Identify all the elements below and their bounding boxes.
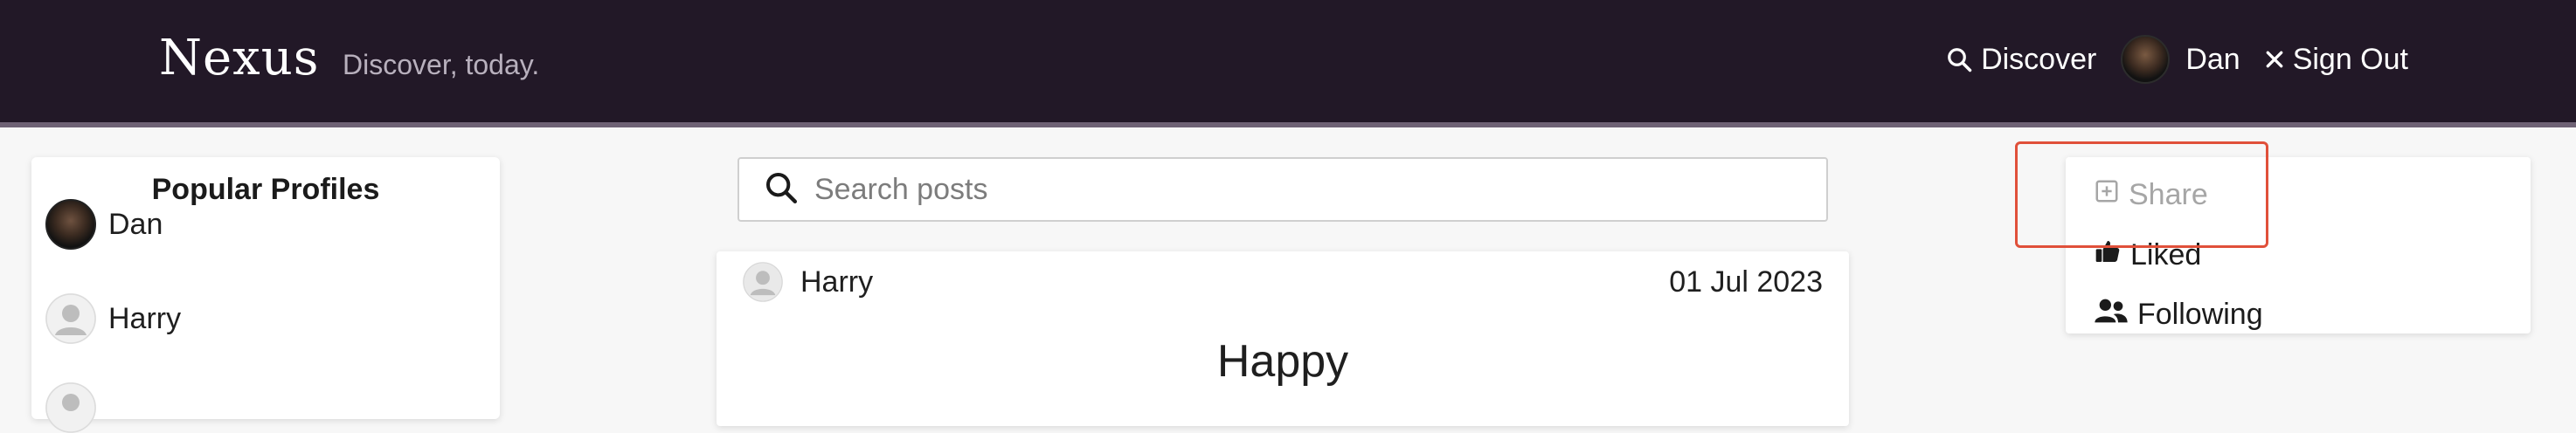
signout-label: Sign Out [2292, 42, 2408, 76]
following-link[interactable]: Following [2094, 297, 2263, 333]
profile-item-harry[interactable]: Harry [45, 293, 181, 344]
top-navbar: Nexus Discover, today. Discover Dan Sign… [0, 0, 2576, 127]
share-highlight-box [2015, 141, 2268, 248]
post-author-name: Harry [800, 265, 874, 299]
discover-link[interactable]: Discover [1946, 43, 2096, 77]
search-icon [764, 170, 799, 210]
discover-label: Discover [1981, 42, 2097, 76]
post-date: 01 Jul 2023 [1669, 265, 1823, 299]
popular-profiles-card: Popular Profiles Dan Harry [31, 157, 500, 433]
post-header: Harry 01 Jul 2023 [743, 262, 1823, 302]
search-icon [1946, 46, 1972, 72]
users-icon [2094, 297, 2129, 333]
following-label: Following [2137, 298, 2263, 331]
top-nav: Discover Dan Sign Out [1946, 35, 2408, 84]
default-user-icon [743, 262, 783, 302]
default-user-icon [45, 382, 96, 433]
profile-name: Harry [108, 301, 182, 335]
user-avatar [2121, 35, 2171, 84]
post-title: Happy [1216, 336, 1349, 387]
user-name: Dan [2185, 42, 2240, 76]
avatar [45, 199, 96, 250]
search-bar [737, 157, 1828, 222]
signout-link[interactable]: Sign Out [2265, 43, 2408, 77]
post-card[interactable]: Harry 01 Jul 2023 Happy [717, 251, 1849, 426]
brand-tagline: Discover, today. [343, 49, 540, 80]
profile-item-dan[interactable]: Dan [45, 199, 163, 250]
close-icon [2265, 50, 2284, 69]
avatar [45, 382, 96, 433]
avatar [45, 293, 96, 344]
profile-name: Dan [108, 207, 163, 241]
search-input[interactable] [814, 172, 1776, 207]
profile-item-partial[interactable] [45, 382, 96, 433]
brand-logo[interactable]: Nexus [159, 30, 320, 86]
user-menu[interactable]: Dan [2121, 35, 2240, 84]
default-user-icon [45, 293, 96, 344]
post-author[interactable]: Harry [743, 262, 873, 302]
